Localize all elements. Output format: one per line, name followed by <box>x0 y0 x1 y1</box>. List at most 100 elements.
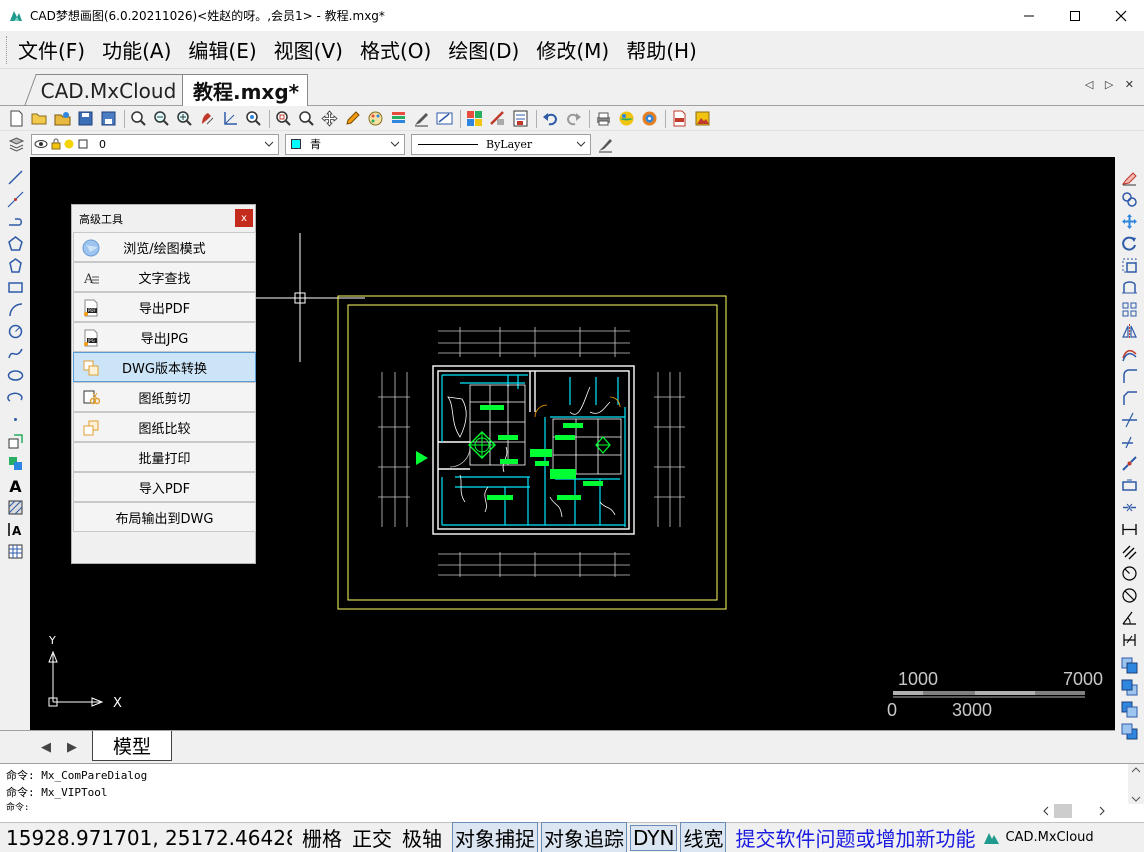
break-icon[interactable] <box>1121 455 1138 472</box>
ellipse-arc-icon[interactable] <box>7 389 24 406</box>
layout-prev-button[interactable]: ◀ <box>36 737 56 757</box>
menu-file[interactable]: 文件(F) <box>18 35 85 64</box>
brand-badge[interactable]: CAD.MxCloud <box>983 830 1094 845</box>
menu-help[interactable]: 帮助(H) <box>626 35 697 64</box>
save-as-icon[interactable] <box>100 110 117 127</box>
dwg-version-convert-button[interactable]: DWG版本转换 <box>73 352 256 382</box>
layout-next-button[interactable]: ▶ <box>62 737 82 757</box>
cloud-sync-icon[interactable] <box>641 110 658 127</box>
drawing-canvas[interactable]: Y X 1000 7000 0 3000 高级工具 x 浏览/绘图模式 A 文字… <box>30 157 1115 730</box>
polyline-icon[interactable] <box>7 213 24 230</box>
minimize-button[interactable] <box>1006 0 1052 31</box>
dialog-title-bar[interactable]: 高级工具 x <box>72 205 255 232</box>
batch-print-button[interactable]: 批量打印 <box>73 442 256 472</box>
linetype-combo[interactable]: ByLayer <box>411 133 591 155</box>
tab-navigation[interactable]: ◁ ▷ ✕ <box>1085 78 1138 91</box>
command-prompt[interactable]: 命令: <box>6 800 29 813</box>
lineweight-brush-icon[interactable] <box>597 136 614 153</box>
match-properties-icon[interactable] <box>466 110 483 127</box>
move-icon[interactable] <box>321 110 338 127</box>
text-search-button[interactable]: A 文字查找 <box>73 262 256 292</box>
menu-draw[interactable]: 绘图(D) <box>448 35 519 64</box>
image-edit-icon[interactable] <box>436 110 453 127</box>
browse-draw-mode-button[interactable]: 浏览/绘图模式 <box>73 232 256 262</box>
print-icon[interactable] <box>595 110 612 127</box>
object-snap-toggle[interactable]: 对象捕捉 <box>452 822 538 852</box>
circle-icon[interactable] <box>7 323 24 340</box>
image-export-icon[interactable] <box>694 110 711 127</box>
pencil-icon[interactable] <box>344 110 361 127</box>
dialog-close-button[interactable]: x <box>235 209 253 227</box>
scale-icon[interactable] <box>1121 257 1138 274</box>
maximize-button[interactable] <box>1052 0 1098 31</box>
zoom-extents-icon[interactable] <box>245 110 262 127</box>
zoom-realtime-icon[interactable] <box>130 110 147 127</box>
pentagon-icon[interactable] <box>7 257 24 274</box>
open-folder-icon[interactable] <box>31 110 48 127</box>
construction-line-icon[interactable] <box>7 191 24 208</box>
color-combo[interactable]: 青 <box>285 133 405 155</box>
dimension-angular-icon[interactable] <box>1121 609 1138 626</box>
command-vertical-scrollbar[interactable] <box>1128 764 1144 804</box>
layer-manager-icon[interactable] <box>8 136 25 153</box>
dynamic-input-toggle[interactable]: DYN <box>630 824 678 851</box>
drawing-compare-button[interactable]: 图纸比较 <box>73 412 256 442</box>
command-horizontal-scrollbar[interactable] <box>1040 802 1114 820</box>
erase-icon[interactable] <box>1121 169 1138 186</box>
tab-model[interactable]: 模型 <box>92 731 172 761</box>
insert-block-icon[interactable] <box>7 433 24 450</box>
pan-icon[interactable] <box>199 110 216 127</box>
layout-to-dwg-button[interactable]: 布局输出到DWG <box>73 502 256 532</box>
offset-icon[interactable] <box>1121 345 1138 362</box>
zoom-out-icon[interactable] <box>153 110 170 127</box>
import-pdf-button[interactable]: 导入PDF <box>73 472 256 502</box>
dimension-diameter-icon[interactable] <box>1121 587 1138 604</box>
palette-icon[interactable] <box>367 110 384 127</box>
trim-icon[interactable] <box>1121 411 1138 428</box>
layer-combo[interactable]: 0 <box>31 133 279 155</box>
properties-brush-icon[interactable] <box>489 110 506 127</box>
tab-tutorial-mxg[interactable]: 教程.mxg* <box>182 74 308 106</box>
mirror-icon[interactable] <box>1121 323 1138 340</box>
polygon-icon[interactable] <box>7 235 24 252</box>
stretch-icon[interactable] <box>1121 279 1138 296</box>
zoom-previous-icon[interactable] <box>298 110 315 127</box>
lineweight-toggle[interactable]: 线宽 <box>680 822 727 852</box>
fillet-icon[interactable] <box>1121 367 1138 384</box>
feedback-link[interactable]: 提交软件问题或增加新功能 <box>735 823 975 852</box>
coordinate-icon[interactable] <box>222 110 239 127</box>
tab-cad-mxcloud[interactable]: CAD.MxCloud <box>24 74 196 106</box>
menu-edit[interactable]: 编辑(E) <box>188 35 256 64</box>
undo-icon[interactable] <box>542 110 559 127</box>
menu-format[interactable]: 格式(O) <box>360 35 431 64</box>
drawing-cut-button[interactable]: 图纸剪切 <box>73 382 256 412</box>
arc-icon[interactable] <box>7 301 24 318</box>
polar-toggle[interactable]: 极轴 <box>402 823 442 852</box>
point-icon[interactable] <box>7 411 24 428</box>
save-icon[interactable] <box>77 110 94 127</box>
hatch-icon[interactable] <box>7 499 24 516</box>
properties-panel-icon[interactable] <box>512 110 529 127</box>
redo-icon[interactable] <box>565 110 582 127</box>
new-file-icon[interactable] <box>8 110 25 127</box>
table-icon[interactable] <box>7 543 24 560</box>
menu-modify[interactable]: 修改(M) <box>536 35 609 64</box>
line-icon[interactable] <box>7 169 24 186</box>
extend-icon[interactable] <box>1121 433 1138 450</box>
dimension-linear-icon[interactable] <box>1121 521 1138 538</box>
object-tracking-toggle[interactable]: 对象追踪 <box>541 822 627 852</box>
rotate-icon[interactable] <box>1121 235 1138 252</box>
open-template-icon[interactable] <box>54 110 71 127</box>
close-button[interactable] <box>1098 0 1144 31</box>
menu-view[interactable]: 视图(V) <box>274 35 343 64</box>
layer-stack-icon[interactable] <box>390 110 407 127</box>
export-pdf-button[interactable]: PDF 导出PDF <box>73 292 256 322</box>
ellipse-icon[interactable] <box>7 367 24 384</box>
move-arrows-icon[interactable] <box>1121 213 1138 230</box>
dimension-radius-icon[interactable] <box>1121 565 1138 582</box>
multiline-text-icon[interactable]: A <box>7 521 24 538</box>
brush-icon[interactable] <box>413 110 430 127</box>
ortho-toggle[interactable]: 正交 <box>352 823 392 852</box>
export-jpg-button[interactable]: JPG 导出JPG <box>73 322 256 352</box>
zoom-in-icon[interactable] <box>176 110 193 127</box>
